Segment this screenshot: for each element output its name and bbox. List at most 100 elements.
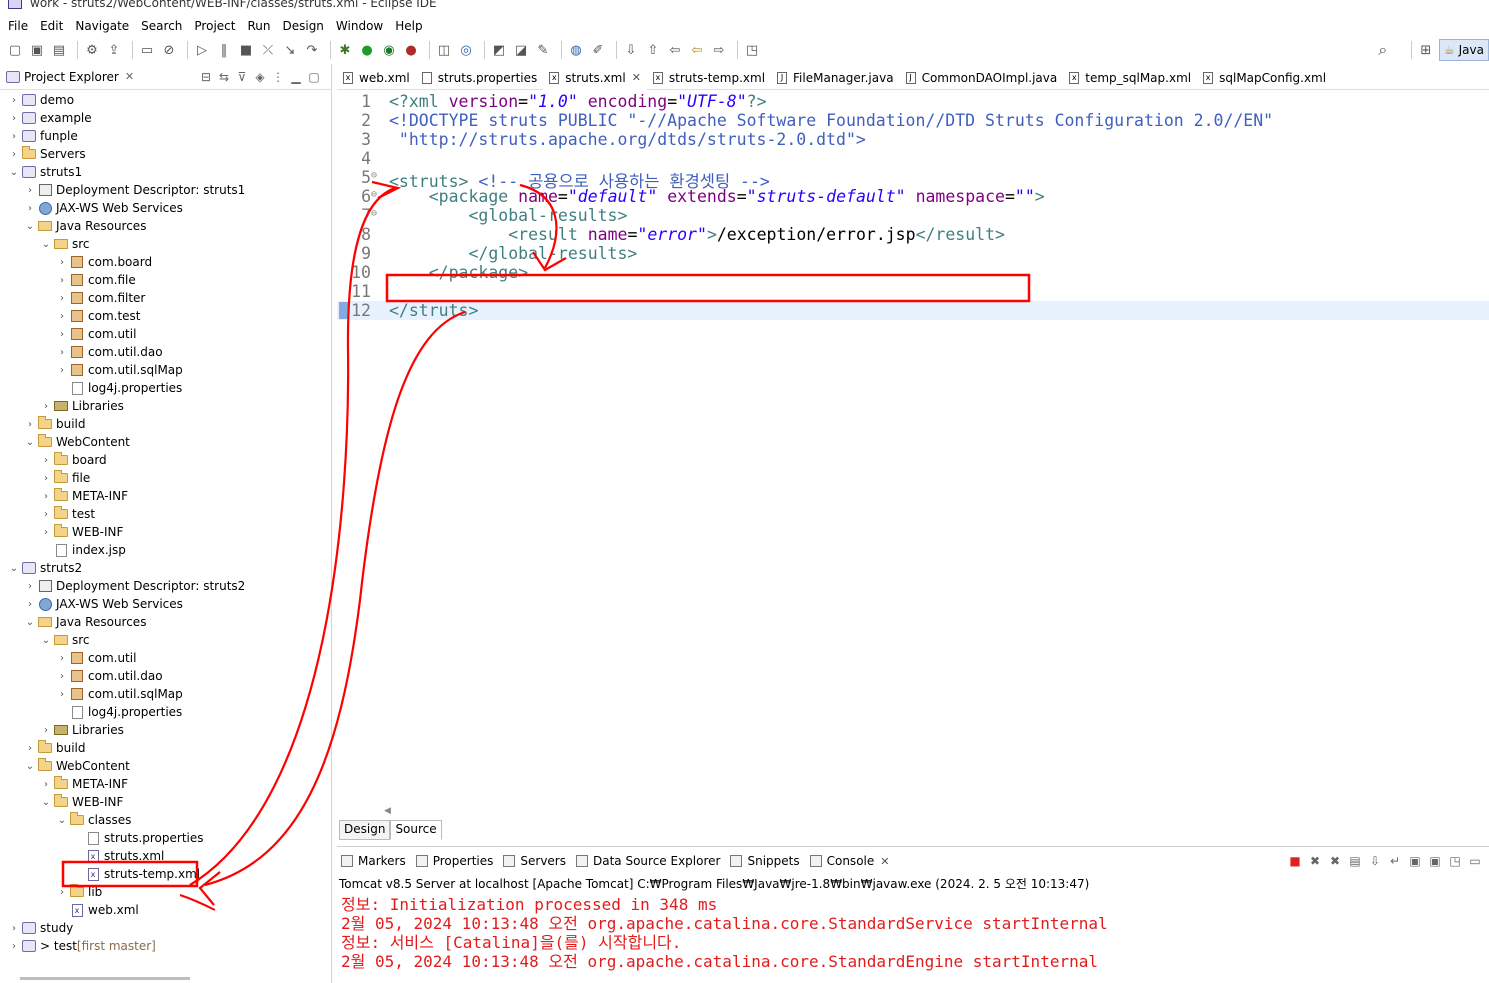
fold-toggle-icon[interactable]: ⊖ <box>371 170 377 181</box>
remove-launch-icon[interactable]: ✖ <box>1305 852 1325 870</box>
code-line[interactable]: 4 <box>337 149 1489 168</box>
close-icon[interactable]: ✕ <box>880 855 889 868</box>
tab-servers[interactable]: Servers <box>503 854 566 868</box>
publish-icon[interactable]: ⇪ <box>105 41 123 59</box>
chevron-down-icon[interactable]: ⌄ <box>40 239 52 250</box>
tab-design[interactable]: Design <box>339 820 391 840</box>
fold-toggle-icon[interactable]: ⊖ <box>371 208 377 219</box>
tree-item[interactable]: ⌄ struts1 <box>0 163 331 181</box>
chevron-right-icon[interactable]: › <box>56 689 68 700</box>
tree-item[interactable]: › Servers <box>0 145 331 163</box>
chevron-right-icon[interactable]: › <box>24 581 36 592</box>
prev-annotation-icon[interactable]: ⇧ <box>644 41 662 59</box>
editor-tab[interactable]: x web.xml <box>337 66 416 90</box>
chevron-right-icon[interactable]: › <box>56 329 68 340</box>
search-icon[interactable]: ⌕ <box>1374 40 1392 59</box>
chevron-right-icon[interactable]: › <box>24 599 36 610</box>
chevron-right-icon[interactable]: › <box>56 257 68 268</box>
tree-item[interactable]: ⌄ classes <box>0 811 331 829</box>
terminal-icon[interactable]: ▭ <box>138 41 156 59</box>
new-icon[interactable]: ▢ <box>6 41 24 59</box>
tree-item[interactable]: › com.filter <box>0 289 331 307</box>
editor-tab[interactable]: J CommonDAOImpl.java <box>900 66 1064 90</box>
forward-icon[interactable]: ⇨ <box>710 41 728 59</box>
save-icon[interactable]: ▣ <box>28 41 46 59</box>
code-line[interactable]: 10 </package> <box>337 263 1489 282</box>
tree-item[interactable]: › com.util <box>0 325 331 343</box>
tree-item[interactable]: › com.util.dao <box>0 667 331 685</box>
suspend-icon[interactable]: ‖ <box>215 41 233 59</box>
tree-item[interactable]: › com.util.dao <box>0 343 331 361</box>
editor-tab[interactable]: struts.properties <box>416 66 544 90</box>
tree-item[interactable]: ⌄ Java Resources <box>0 217 331 235</box>
tab-snippets[interactable]: Snippets <box>730 854 800 868</box>
tree-item[interactable]: ⌄ src <box>0 631 331 649</box>
menu-window[interactable]: Window <box>336 19 383 33</box>
annotation-icon[interactable]: ✐ <box>589 41 607 59</box>
pin-editor-icon[interactable]: ◳ <box>743 41 761 59</box>
chevron-down-icon[interactable]: ⌄ <box>24 617 36 628</box>
resume-icon[interactable]: ▷ <box>193 41 211 59</box>
tree-item[interactable]: › com.board <box>0 253 331 271</box>
chevron-right-icon[interactable]: › <box>56 365 68 376</box>
tree-item[interactable]: › com.util <box>0 649 331 667</box>
chevron-right-icon[interactable]: › <box>24 743 36 754</box>
terminate-icon[interactable]: ■ <box>237 41 255 59</box>
last-edit-icon[interactable]: ⇦ <box>666 41 684 59</box>
chevron-right-icon[interactable]: › <box>24 203 36 214</box>
chevron-down-icon[interactable]: ⌄ <box>40 797 52 808</box>
chevron-down-icon[interactable]: ⌄ <box>24 761 36 772</box>
tree-item[interactable]: ⌄ WEB-INF <box>0 793 331 811</box>
tree-item[interactable]: › Deployment Descriptor: struts2 <box>0 577 331 595</box>
tree-item[interactable]: › test <box>0 505 331 523</box>
project-explorer-tab[interactable]: Project Explorer ✕ <box>6 70 134 84</box>
tree-item[interactable]: x struts-temp.xml <box>0 865 331 883</box>
menu-search[interactable]: Search <box>141 19 182 33</box>
terminate-icon[interactable]: ■ <box>1285 852 1305 870</box>
new-java-project-icon[interactable]: ◫ <box>435 41 453 59</box>
chevron-right-icon[interactable]: › <box>56 293 68 304</box>
chevron-right-icon[interactable]: › <box>8 149 20 160</box>
code-line[interactable]: 5 ⊖ <struts> <!-- 공용으로 사용하는 환경셋팅 --> <box>337 168 1489 191</box>
editor-tab[interactable]: x sqlMapConfig.xml <box>1197 66 1332 90</box>
chevron-right-icon[interactable]: › <box>56 311 68 322</box>
tree-item[interactable]: › com.util.sqlMap <box>0 685 331 703</box>
focus-icon[interactable]: ◈ <box>251 70 269 84</box>
tree-item[interactable]: › JAX-WS Web Services <box>0 199 331 217</box>
menu-help[interactable]: Help <box>395 19 422 33</box>
tree-item[interactable]: › Libraries <box>0 721 331 739</box>
chevron-down-icon[interactable]: ⌄ <box>40 635 52 646</box>
menu-edit[interactable]: Edit <box>40 19 63 33</box>
save-all-icon[interactable]: ▤ <box>50 41 68 59</box>
editor-tab[interactable]: x struts.xml ✕ <box>543 65 647 90</box>
tree-item[interactable]: › lib <box>0 883 331 901</box>
chevron-right-icon[interactable]: › <box>56 653 68 664</box>
tree-item[interactable]: › demo <box>0 91 331 109</box>
tree-item[interactable]: › JAX-WS Web Services <box>0 595 331 613</box>
chevron-down-icon[interactable]: ⌄ <box>24 221 36 232</box>
chevron-down-icon[interactable]: ⌄ <box>24 437 36 448</box>
chevron-right-icon[interactable]: › <box>40 725 52 736</box>
menu-project[interactable]: Project <box>194 19 235 33</box>
chevron-right-icon[interactable]: › <box>8 923 20 934</box>
code-line[interactable]: 3 "http://struts.apache.org/dtds/struts-… <box>337 130 1489 149</box>
tree-item[interactable]: › com.util.sqlMap <box>0 361 331 379</box>
chevron-right-icon[interactable]: › <box>56 347 68 358</box>
next-annotation-icon[interactable]: ⇩ <box>622 41 640 59</box>
tree-item[interactable]: › board <box>0 451 331 469</box>
tab-data-source-explorer[interactable]: Data Source Explorer <box>576 854 720 868</box>
pin-console-icon[interactable]: ◳ <box>1445 852 1465 870</box>
build-icon[interactable]: ⚙ <box>83 41 101 59</box>
code-line[interactable]: 12 </struts> <box>337 301 1489 320</box>
tree-item[interactable]: › com.test <box>0 307 331 325</box>
chevron-right-icon[interactable]: › <box>24 185 36 196</box>
tree-item[interactable]: ⌄ WebContent <box>0 433 331 451</box>
scroll-lock-icon[interactable]: ⇩ <box>1365 852 1385 870</box>
chevron-right-icon[interactable]: › <box>8 941 20 952</box>
view-menu-icon[interactable]: ⋮ <box>269 70 287 84</box>
tree-item[interactable]: ⌄ Java Resources <box>0 613 331 631</box>
tree-item[interactable]: › study <box>0 919 331 937</box>
editor-tab[interactable]: x temp_sqlMap.xml <box>1063 66 1197 90</box>
tab-properties[interactable]: Properties <box>415 854 493 868</box>
filter-icon[interactable]: ⊽ <box>233 70 251 84</box>
